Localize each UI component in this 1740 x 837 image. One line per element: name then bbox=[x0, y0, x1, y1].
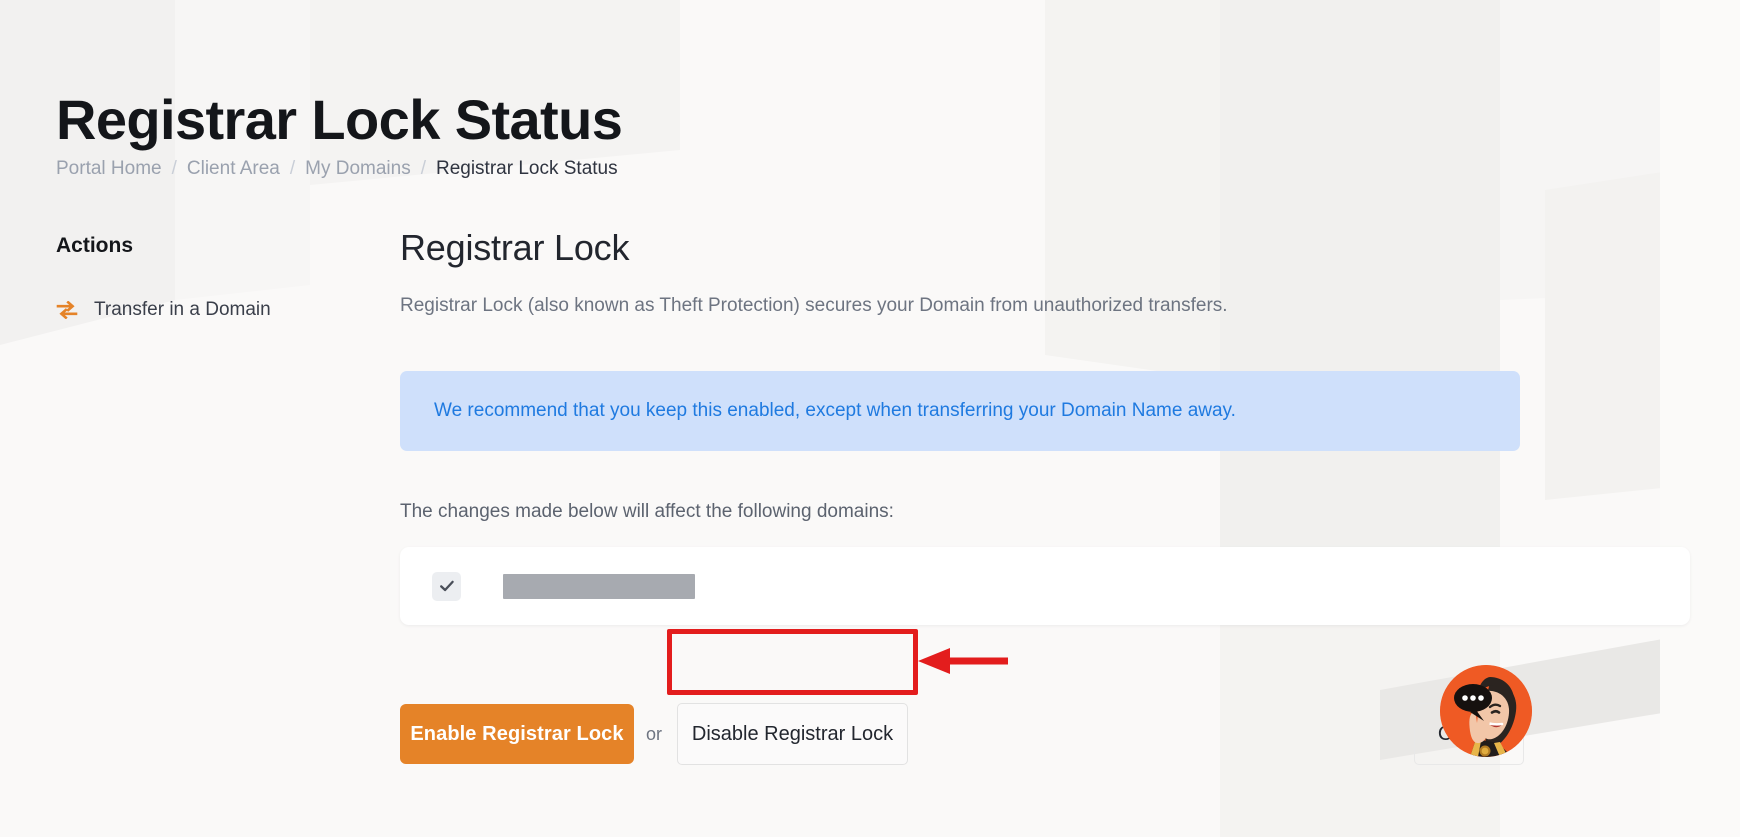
domain-name-redacted bbox=[503, 573, 695, 599]
breadcrumb-separator: / bbox=[171, 158, 177, 179]
domains-list-card bbox=[400, 547, 1690, 625]
info-alert-text: We recommend that you keep this enabled,… bbox=[434, 400, 1236, 421]
breadcrumb-item-portal-home[interactable]: Portal Home bbox=[56, 157, 162, 181]
page-root: Registrar Lock Status Portal Home / Clie… bbox=[0, 0, 1740, 837]
breadcrumb-item-client-area[interactable]: Client Area bbox=[187, 157, 280, 181]
chat-dot bbox=[1462, 695, 1468, 701]
enable-registrar-lock-button[interactable]: Enable Registrar Lock bbox=[400, 704, 634, 764]
chat-dot bbox=[1478, 695, 1484, 701]
or-separator-label: or bbox=[646, 724, 663, 744]
section-description: Registrar Lock (also known as Theft Prot… bbox=[400, 295, 1228, 316]
sidebar-item-label: Transfer in a Domain bbox=[94, 299, 271, 320]
breadcrumb-item-current: Registrar Lock Status bbox=[435, 158, 618, 179]
check-icon bbox=[439, 580, 454, 592]
info-alert: We recommend that you keep this enabled,… bbox=[400, 371, 1520, 451]
breadcrumb: Portal Home / Client Area / My Domains /… bbox=[56, 157, 618, 181]
breadcrumb-separator: / bbox=[289, 158, 296, 179]
page-title: Registrar Lock Status bbox=[56, 87, 623, 151]
sidebar-item-transfer-in-a-domain[interactable]: Transfer in a Domain bbox=[56, 298, 356, 322]
domain-checkbox[interactable] bbox=[432, 571, 461, 601]
live-chat-widget-button[interactable] bbox=[1440, 665, 1532, 757]
annotation-highlight-box bbox=[667, 629, 918, 695]
transfer-arrows-icon bbox=[56, 299, 78, 321]
domain-list-item[interactable] bbox=[400, 547, 1690, 625]
annotation-arrow-icon bbox=[918, 648, 1008, 674]
breadcrumb-item-my-domains[interactable]: My Domains bbox=[305, 157, 411, 181]
sidebar-heading: Actions bbox=[56, 234, 134, 257]
domains-affected-label: The changes made below will affect the f… bbox=[400, 501, 894, 522]
disable-registrar-lock-button[interactable]: Disable Registrar Lock bbox=[677, 703, 908, 765]
breadcrumb-separator: / bbox=[420, 158, 426, 179]
main-content: Registrar Lock Registrar Lock (also know… bbox=[400, 225, 1690, 625]
sidebar: Actions Transfer in a Domain bbox=[56, 232, 356, 340]
chat-dot bbox=[1470, 695, 1476, 701]
section-title: Registrar Lock bbox=[400, 227, 630, 268]
